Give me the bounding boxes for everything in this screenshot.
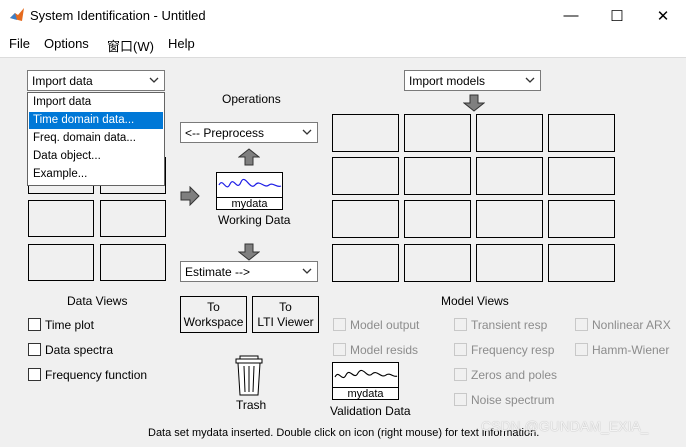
import-data-options: Import data Time domain data... Freq. do… xyxy=(27,92,165,186)
zeros-and-poles-checkbox[interactable] xyxy=(454,368,467,381)
model-slot[interactable] xyxy=(548,114,615,152)
import-models-value: Import models xyxy=(409,74,486,88)
working-data-icon[interactable]: mydata xyxy=(216,172,283,210)
menu-file[interactable]: File xyxy=(9,36,30,51)
menu-help[interactable]: Help xyxy=(168,36,195,51)
model-slot[interactable] xyxy=(332,200,399,238)
model-slot[interactable] xyxy=(476,200,543,238)
to-lti-viewer-line2: LTI Viewer xyxy=(257,315,314,329)
model-slot[interactable] xyxy=(332,244,399,282)
model-slot[interactable] xyxy=(476,114,543,152)
time-plot-checkbox[interactable] xyxy=(28,318,41,331)
to-workspace-line1: To xyxy=(207,300,220,314)
model-resids-checkbox[interactable] xyxy=(333,343,346,356)
validation-data-label: Validation Data xyxy=(330,404,411,418)
option-freq-domain-data[interactable]: Freq. domain data... xyxy=(29,130,163,147)
working-data-label: Working Data xyxy=(218,213,291,227)
option-data-object[interactable]: Data object... xyxy=(29,148,163,165)
model-slot[interactable] xyxy=(548,244,615,282)
chevron-down-icon xyxy=(525,77,535,83)
preprocess-value: <-- Preprocess xyxy=(185,126,265,140)
data-slot[interactable] xyxy=(100,200,166,237)
model-slot[interactable] xyxy=(332,114,399,152)
menu-options[interactable]: Options xyxy=(44,36,89,51)
data-views-title: Data Views xyxy=(67,294,128,308)
close-button[interactable]: ✕ xyxy=(640,0,686,31)
transient-resp-label: Transient resp xyxy=(471,318,548,332)
import-data-value: Import data xyxy=(32,74,93,88)
model-slot[interactable] xyxy=(404,114,471,152)
model-slot[interactable] xyxy=(404,244,471,282)
option-example[interactable]: Example... xyxy=(29,166,163,183)
title-bar: System Identification - Untitled — ☐ ✕ xyxy=(0,0,686,31)
window-title: System Identification - Untitled xyxy=(30,8,206,23)
maximize-button[interactable]: ☐ xyxy=(594,0,640,31)
import-data-dropdown[interactable]: Import data xyxy=(27,70,165,91)
arrow-down-icon xyxy=(463,94,485,112)
arrow-right-icon xyxy=(180,186,200,206)
signal-wave-icon xyxy=(334,369,398,379)
nonlinear-arx-checkbox[interactable] xyxy=(575,318,588,331)
chevron-down-icon xyxy=(149,77,159,83)
watermark: CSDN @GUNDAM_EXIA_ xyxy=(481,418,649,434)
model-slot[interactable] xyxy=(548,200,615,238)
import-models-dropdown[interactable]: Import models xyxy=(404,70,541,91)
model-output-label: Model output xyxy=(350,318,420,332)
validation-data-name: mydata xyxy=(333,387,398,400)
model-views-title: Model Views xyxy=(441,294,509,308)
frequency-function-label: Frequency function xyxy=(45,368,148,382)
estimate-dropdown[interactable]: Estimate --> xyxy=(180,261,318,282)
model-slot[interactable] xyxy=(404,157,471,195)
frequency-resp-label: Frequency resp xyxy=(471,343,555,357)
working-data-name: mydata xyxy=(217,197,282,210)
frequency-resp-checkbox[interactable] xyxy=(454,343,467,356)
hamm-wiener-label: Hamm-Wiener xyxy=(592,343,670,357)
trash-label: Trash xyxy=(236,398,267,412)
model-slot[interactable] xyxy=(404,200,471,238)
zeros-and-poles-label: Zeros and poles xyxy=(471,368,558,382)
chevron-down-icon xyxy=(302,268,312,274)
preprocess-dropdown[interactable]: <-- Preprocess xyxy=(180,122,318,143)
data-spectra-checkbox[interactable] xyxy=(28,343,41,356)
data-slot[interactable] xyxy=(28,200,94,237)
hamm-wiener-checkbox[interactable] xyxy=(575,343,588,356)
model-slot[interactable] xyxy=(476,244,543,282)
to-workspace-line2: Workspace xyxy=(183,315,244,329)
data-spectra-label: Data spectra xyxy=(45,343,114,357)
to-lti-viewer-line1: To xyxy=(279,300,292,314)
noise-spectrum-label: Noise spectrum xyxy=(471,393,555,407)
arrow-up-icon xyxy=(238,148,260,166)
to-lti-viewer-button[interactable]: To LTI Viewer xyxy=(252,296,319,333)
model-slot[interactable] xyxy=(332,157,399,195)
estimate-value: Estimate --> xyxy=(185,265,251,279)
trash-icon[interactable] xyxy=(234,355,264,397)
noise-spectrum-checkbox[interactable] xyxy=(454,393,467,406)
frequency-function-checkbox[interactable] xyxy=(28,368,41,381)
option-time-domain-data[interactable]: Time domain data... xyxy=(29,112,163,129)
minimize-button[interactable]: — xyxy=(548,0,594,31)
transient-resp-checkbox[interactable] xyxy=(454,318,467,331)
validation-data-icon[interactable]: mydata xyxy=(332,362,399,400)
model-output-checkbox[interactable] xyxy=(333,318,346,331)
model-slot[interactable] xyxy=(476,157,543,195)
chevron-down-icon xyxy=(302,129,312,135)
model-slot[interactable] xyxy=(548,157,615,195)
time-plot-label: Time plot xyxy=(45,318,94,332)
matlab-icon xyxy=(10,8,24,21)
menu-window[interactable]: 窗口(W) xyxy=(107,36,154,55)
model-resids-label: Model resids xyxy=(350,343,419,357)
menu-bar: File Options 窗口(W) Help xyxy=(0,31,686,58)
data-slot[interactable] xyxy=(100,244,166,281)
operations-label: Operations xyxy=(222,92,281,106)
nonlinear-arx-label: Nonlinear ARX xyxy=(592,318,671,332)
arrow-down-icon xyxy=(238,243,260,261)
data-slot[interactable] xyxy=(28,244,94,281)
to-workspace-button[interactable]: To Workspace xyxy=(180,296,247,333)
option-import-data[interactable]: Import data xyxy=(29,94,163,111)
signal-wave-icon xyxy=(218,178,282,188)
